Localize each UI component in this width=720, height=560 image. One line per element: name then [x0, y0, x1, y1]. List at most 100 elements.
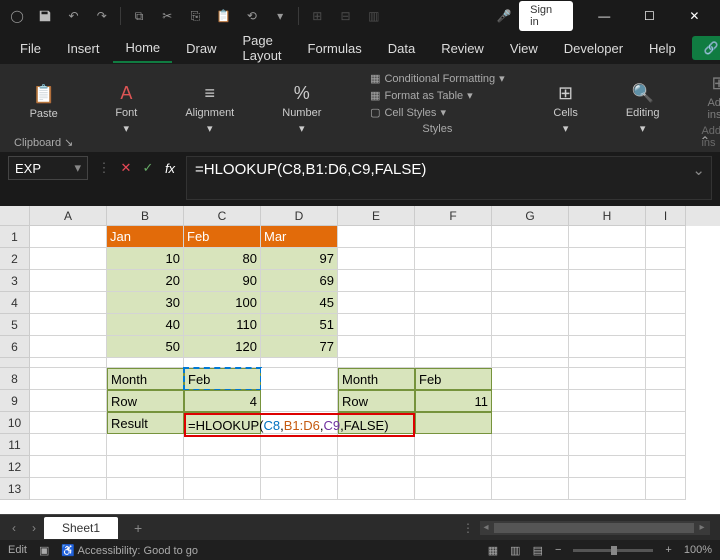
alignment-button[interactable]: ≡ Alignment ▾ — [179, 79, 240, 139]
col-F[interactable]: F — [415, 206, 492, 226]
redo-icon[interactable]: ↷ — [89, 2, 115, 30]
cell[interactable] — [569, 368, 646, 390]
add-sheet-icon[interactable]: + — [118, 520, 158, 536]
row-10[interactable]: 10 — [0, 412, 30, 434]
cell[interactable] — [569, 226, 646, 248]
cell[interactable] — [261, 390, 338, 412]
sheet-tab[interactable]: Sheet1 — [44, 517, 118, 539]
qc4-icon[interactable]: ⟲ — [239, 2, 265, 30]
cell-C3[interactable]: 90 — [184, 270, 261, 292]
dialog-launcher-icon[interactable]: ↘ — [64, 136, 73, 149]
cell[interactable] — [569, 314, 646, 336]
row-2[interactable]: 2 — [0, 248, 30, 270]
enter-icon[interactable]: ✓ — [138, 156, 158, 180]
row-8[interactable]: 8 — [0, 368, 30, 390]
cell[interactable] — [492, 368, 569, 390]
cell[interactable] — [646, 248, 686, 270]
cell[interactable] — [30, 292, 107, 314]
cell[interactable] — [30, 478, 107, 500]
row-6[interactable]: 6 — [0, 336, 30, 358]
tabs-menu-icon[interactable]: ⋮ — [462, 521, 474, 535]
cell[interactable] — [261, 434, 338, 456]
menu-pagelayout[interactable]: Page Layout — [231, 27, 294, 69]
menu-view[interactable]: View — [498, 35, 550, 62]
menu-formulas[interactable]: Formulas — [296, 35, 374, 62]
cell[interactable] — [338, 478, 415, 500]
cell-C5[interactable]: 110 — [184, 314, 261, 336]
cell[interactable] — [415, 248, 492, 270]
cell[interactable] — [338, 292, 415, 314]
row-5[interactable]: 5 — [0, 314, 30, 336]
cell-B6[interactable]: 50 — [107, 336, 184, 358]
share-button[interactable]: 🔗Share — [692, 36, 720, 60]
cell[interactable] — [492, 390, 569, 412]
col-D[interactable]: D — [261, 206, 338, 226]
cell[interactable] — [646, 270, 686, 292]
cell[interactable] — [338, 456, 415, 478]
cell[interactable] — [492, 292, 569, 314]
menu-developer[interactable]: Developer — [552, 35, 635, 62]
cell[interactable] — [415, 336, 492, 358]
cell[interactable] — [107, 358, 184, 368]
menu-help[interactable]: Help — [637, 35, 688, 62]
cell[interactable] — [338, 314, 415, 336]
col-C[interactable]: C — [184, 206, 261, 226]
view-pagebreak-icon[interactable]: ▤ — [533, 544, 543, 557]
cell[interactable] — [30, 456, 107, 478]
zoom-in-icon[interactable]: + — [665, 544, 671, 556]
cell-B1[interactable]: Jan — [107, 226, 184, 248]
cell[interactable] — [30, 336, 107, 358]
row-11[interactable]: 11 — [0, 434, 30, 456]
format-table-button[interactable]: ▦ Format as Table ▾ — [370, 89, 505, 102]
row-12[interactable]: 12 — [0, 456, 30, 478]
qc-icon[interactable]: ⧉ — [126, 2, 152, 30]
cell[interactable] — [569, 434, 646, 456]
cell-C4[interactable]: 100 — [184, 292, 261, 314]
cell[interactable] — [492, 358, 569, 368]
cell[interactable] — [30, 434, 107, 456]
editing-button[interactable]: 🔍 Editing ▾ — [620, 79, 666, 139]
cell[interactable] — [646, 336, 686, 358]
row-1[interactable]: 1 — [0, 226, 30, 248]
accessibility-status[interactable]: ♿ Accessibility: Good to go — [61, 544, 198, 557]
cell[interactable] — [569, 456, 646, 478]
cell[interactable] — [646, 292, 686, 314]
cell[interactable] — [646, 390, 686, 412]
row-3[interactable]: 3 — [0, 270, 30, 292]
expand-formula-icon[interactable]: ⌄ — [692, 161, 705, 179]
cell[interactable] — [569, 292, 646, 314]
save-icon[interactable] — [32, 2, 58, 30]
menu-file[interactable]: File — [8, 35, 53, 62]
cell[interactable] — [338, 434, 415, 456]
cell[interactable] — [492, 336, 569, 358]
spreadsheet-grid[interactable]: A B C D E F G H I 1JanFebMar210809732090… — [0, 206, 720, 514]
zoom-out-icon[interactable]: − — [555, 544, 561, 556]
cell[interactable] — [646, 478, 686, 500]
cell-C9[interactable]: 4 — [184, 390, 261, 412]
col-E[interactable]: E — [338, 206, 415, 226]
cell-F8[interactable]: Feb — [415, 368, 492, 390]
cell[interactable] — [338, 358, 415, 368]
menu-home[interactable]: Home — [113, 34, 172, 63]
cell[interactable] — [492, 412, 569, 434]
cell-E8[interactable]: Month — [338, 368, 415, 390]
cell[interactable] — [261, 358, 338, 368]
row-9[interactable]: 9 — [0, 390, 30, 412]
cell[interactable] — [646, 226, 686, 248]
menu-insert[interactable]: Insert — [55, 35, 112, 62]
cell[interactable] — [30, 412, 107, 434]
cell[interactable] — [30, 314, 107, 336]
cell-F9[interactable]: 11 — [415, 390, 492, 412]
name-box[interactable]: EXP▾ — [8, 156, 88, 180]
undo-icon[interactable]: ↶ — [60, 2, 86, 30]
cells-button[interactable]: ⊞ Cells ▾ — [547, 79, 583, 139]
cell-B4[interactable]: 30 — [107, 292, 184, 314]
cell[interactable] — [338, 270, 415, 292]
col-I[interactable]: I — [646, 206, 686, 226]
cell[interactable] — [415, 314, 492, 336]
cell[interactable] — [261, 456, 338, 478]
cell-B2[interactable]: 10 — [107, 248, 184, 270]
cell[interactable] — [415, 270, 492, 292]
view-pagelayout-icon[interactable]: ▥ — [510, 544, 520, 557]
cell-C8[interactable]: Feb — [184, 368, 261, 390]
